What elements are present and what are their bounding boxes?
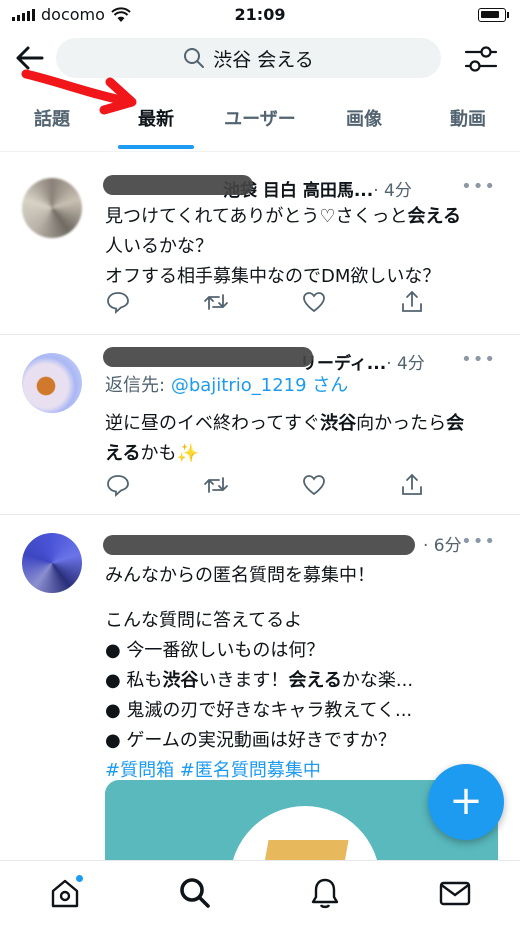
tab-latest[interactable]: 最新 [104,90,208,151]
explore-icon[interactable] [178,876,212,910]
more-icon[interactable]: ••• [461,176,496,197]
messages-icon[interactable] [438,876,472,910]
avatar[interactable] [22,533,82,593]
tab-users[interactable]: ユーザー [208,90,312,151]
reply-icon[interactable] [105,472,131,498]
tweet-actions [105,472,425,498]
status-bar: docomo 21:09 [0,0,520,30]
tweet-actions [105,289,425,315]
tweet-text: 返信先: @bajitrio_1219 さん 逆に昼のイベ終わってすぐ渋谷向かっ… [105,371,505,469]
more-icon[interactable]: ••• [461,531,496,552]
redaction-scribble [103,347,313,367]
tweet-text: 見つけてくれてありがとう♡さくっと会える 人いるかな？ オフする相手募集中なので… [105,206,461,287]
tab-top[interactable]: 話題 [0,90,104,151]
tweet-2[interactable]: リーディ...· 4分 ••• 返信先: @bajitrio_1219 さん 逆… [0,335,520,515]
redaction-scribble [103,175,253,195]
tab-videos[interactable]: 動画 [416,90,520,151]
notification-dot [75,874,84,883]
share-icon[interactable] [399,472,425,498]
tweet-text: みんなからの匿名質問を募集中！ こんな質問に答えてるよ ● 今一番欲しいものは何… [105,561,505,786]
reply-handle[interactable]: @bajitrio_1219 さん [171,375,348,396]
tweet-time: · 6分 [423,536,462,555]
reply-to: 返信先: @bajitrio_1219 さん [105,375,349,396]
like-icon[interactable] [301,472,327,498]
redaction-scribble [103,535,415,555]
search-input[interactable]: 渋谷 会える [56,38,441,78]
compose-icon[interactable]: + [428,764,504,840]
search-tabs: 話題 最新 ユーザー 画像 動画 [0,90,520,152]
home-icon[interactable] [48,874,84,910]
more-icon[interactable]: ••• [461,349,496,370]
bottom-nav [0,860,520,925]
status-time: 21:09 [234,5,286,24]
avatar[interactable] [22,353,82,413]
retweet-icon[interactable] [203,472,229,498]
tweet-time: · 4分 [373,181,412,200]
reply-icon[interactable] [105,289,131,315]
like-icon[interactable] [301,289,327,315]
search-icon [184,48,205,68]
battery-icon [478,8,509,22]
search-query: 渋谷 会える [213,48,314,71]
share-icon[interactable] [399,289,425,315]
filter-icon[interactable] [462,40,500,78]
retweet-icon[interactable] [203,289,229,315]
tab-images[interactable]: 画像 [312,90,416,151]
back-arrow-icon[interactable] [14,40,46,76]
tweet-1[interactable]: 池袋 目白 高田馬...· 4分 ••• 見つけてくれてありがとう♡さくっと会え… [0,160,520,335]
avatar[interactable] [22,178,82,238]
notifications-icon[interactable] [308,876,342,910]
